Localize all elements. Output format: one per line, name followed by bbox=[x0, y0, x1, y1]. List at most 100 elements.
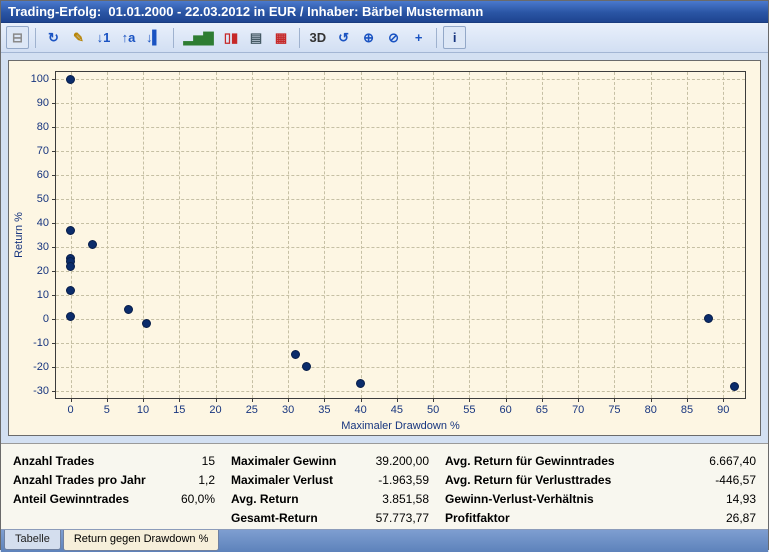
data-point[interactable] bbox=[88, 240, 97, 249]
data-point[interactable] bbox=[66, 226, 75, 235]
gridline-vertical bbox=[361, 72, 362, 398]
data-point[interactable] bbox=[704, 314, 713, 323]
rotate-button[interactable]: ↺ bbox=[332, 26, 355, 49]
stat-label: Profitfaktor bbox=[445, 511, 510, 525]
info-button[interactable]: i bbox=[443, 26, 466, 49]
stat-value: -1.963,59 bbox=[378, 473, 429, 487]
y-tick-label: 90 bbox=[37, 97, 49, 109]
data-point[interactable] bbox=[291, 350, 300, 359]
data-point[interactable] bbox=[66, 262, 75, 271]
gridline-vertical bbox=[469, 72, 470, 398]
stat-row: Avg. Return für Gewinntrades6.667,40 bbox=[445, 451, 756, 470]
gridline-vertical bbox=[651, 72, 652, 398]
stat-value: 39.200,00 bbox=[376, 454, 429, 468]
app-window: Trading-Erfolg: 01.01.2000 - 22.03.2012 … bbox=[0, 0, 769, 550]
x-tick-mark bbox=[506, 398, 507, 402]
crosshair-button[interactable]: + bbox=[407, 26, 430, 49]
refresh-button[interactable]: ↻ bbox=[42, 26, 65, 49]
tab-bar: Tabelle Return gegen Drawdown % bbox=[1, 529, 768, 552]
x-tick-label: 40 bbox=[354, 404, 366, 416]
candlestick-chart-button[interactable]: ▯▮ bbox=[220, 26, 243, 49]
x-tick-label: 75 bbox=[608, 404, 620, 416]
y-tick-mark bbox=[52, 103, 56, 104]
stats-column-1: Anzahl Trades15 Anzahl Trades pro Jahr 1,2… bbox=[13, 451, 215, 527]
gridline-horizontal bbox=[56, 223, 745, 224]
pan-button[interactable]: ⊘ bbox=[382, 26, 405, 49]
y-tick-label: 80 bbox=[37, 121, 49, 133]
print-preview-button[interactable]: ⊟ bbox=[6, 26, 29, 49]
stat-row: Maximaler Gewinn39.200,00 bbox=[231, 451, 429, 470]
zoom-button[interactable]: ⊕ bbox=[357, 26, 380, 49]
gridline-vertical bbox=[252, 72, 253, 398]
window-titlebar: Trading-Erfolg: 01.01.2000 - 22.03.2012 … bbox=[1, 1, 768, 23]
stat-value: 6.667,40 bbox=[709, 454, 756, 468]
3d-toggle-button[interactable]: 3D bbox=[306, 26, 331, 49]
gridline-horizontal bbox=[56, 151, 745, 152]
x-tick-label: 50 bbox=[427, 404, 439, 416]
x-tick-label: 55 bbox=[463, 404, 475, 416]
data-point[interactable] bbox=[730, 382, 739, 391]
x-tick-mark bbox=[397, 398, 398, 402]
stat-value: 14,93 bbox=[726, 492, 756, 506]
data-point[interactable] bbox=[66, 286, 75, 295]
y-tick-mark bbox=[52, 151, 56, 152]
chart-frame: Return % 0510152025303540455055606570758… bbox=[8, 60, 761, 436]
data-point[interactable] bbox=[66, 312, 75, 321]
stat-value: 1,2 bbox=[198, 473, 215, 487]
delete-chart-button[interactable]: ▦ bbox=[270, 26, 293, 49]
gridline-vertical bbox=[506, 72, 507, 398]
gridline-vertical bbox=[542, 72, 543, 398]
sort-by-value-button[interactable]: ↓▍ bbox=[142, 26, 167, 49]
y-tick-label: -20 bbox=[33, 361, 49, 373]
gridline-vertical bbox=[614, 72, 615, 398]
data-point[interactable] bbox=[302, 362, 311, 371]
gridline-horizontal bbox=[56, 103, 745, 104]
y-tick-mark bbox=[52, 295, 56, 296]
gridline-vertical bbox=[324, 72, 325, 398]
stat-row: Anzahl Trades pro Jahr 1,2 bbox=[13, 470, 215, 489]
gridline-horizontal bbox=[56, 127, 745, 128]
x-tick-label: 30 bbox=[282, 404, 294, 416]
bar-chart-button[interactable]: ▂▅▇ bbox=[180, 26, 218, 49]
window-title: Trading-Erfolg: 01.01.2000 - 22.03.2012 … bbox=[8, 4, 483, 19]
toolbar-separator bbox=[299, 28, 300, 48]
x-tick-mark bbox=[578, 398, 579, 402]
y-tick-mark bbox=[52, 79, 56, 80]
x-tick-mark bbox=[433, 398, 434, 402]
x-tick-label: 0 bbox=[67, 404, 73, 416]
stat-row: Avg. Return für Verlusttrades-446,57 bbox=[445, 470, 756, 489]
data-point[interactable] bbox=[66, 75, 75, 84]
stat-row: Anteil Gewinntrades60,0% bbox=[13, 489, 215, 508]
x-tick-label: 85 bbox=[681, 404, 693, 416]
scatter-plot[interactable]: 051015202530354045505560657075808590-30-… bbox=[55, 71, 746, 399]
stat-label: Anzahl Trades pro Jahr bbox=[13, 473, 146, 487]
stat-value: -446,57 bbox=[715, 473, 756, 487]
stat-row: Gewinn-Verlust-Verhältnis14,93 bbox=[445, 489, 756, 508]
sort-descending-button[interactable]: ↓1 bbox=[92, 26, 115, 49]
x-tick-mark bbox=[179, 398, 180, 402]
stat-label: Avg. Return bbox=[231, 492, 299, 506]
x-tick-label: 45 bbox=[391, 404, 403, 416]
y-tick-label: 20 bbox=[37, 265, 49, 277]
gridline-horizontal bbox=[56, 367, 745, 368]
y-tick-label: 10 bbox=[37, 289, 49, 301]
filter-edit-button[interactable]: ✎ bbox=[67, 26, 90, 49]
tab-return-gegen-drawdown[interactable]: Return gegen Drawdown % bbox=[63, 530, 220, 551]
y-tick-mark bbox=[52, 319, 56, 320]
stat-row: Anzahl Trades15 bbox=[13, 451, 215, 470]
y-tick-label: -30 bbox=[33, 385, 49, 397]
y-axis-title-container: Return % bbox=[11, 71, 27, 399]
stat-value: 60,0% bbox=[181, 492, 215, 506]
data-point[interactable] bbox=[356, 379, 365, 388]
tab-tabelle[interactable]: Tabelle bbox=[4, 530, 61, 550]
y-tick-mark bbox=[52, 367, 56, 368]
report-button[interactable]: ▤ bbox=[245, 26, 268, 49]
y-tick-label: 100 bbox=[31, 73, 49, 85]
y-tick-label: 70 bbox=[37, 145, 49, 157]
data-point[interactable] bbox=[124, 305, 133, 314]
data-point[interactable] bbox=[142, 319, 151, 328]
stat-row: Maximaler Verlust-1.963,59 bbox=[231, 470, 429, 489]
sort-ascending-button[interactable]: ↑a bbox=[117, 26, 140, 49]
gridline-vertical bbox=[216, 72, 217, 398]
gridline-horizontal bbox=[56, 319, 745, 320]
